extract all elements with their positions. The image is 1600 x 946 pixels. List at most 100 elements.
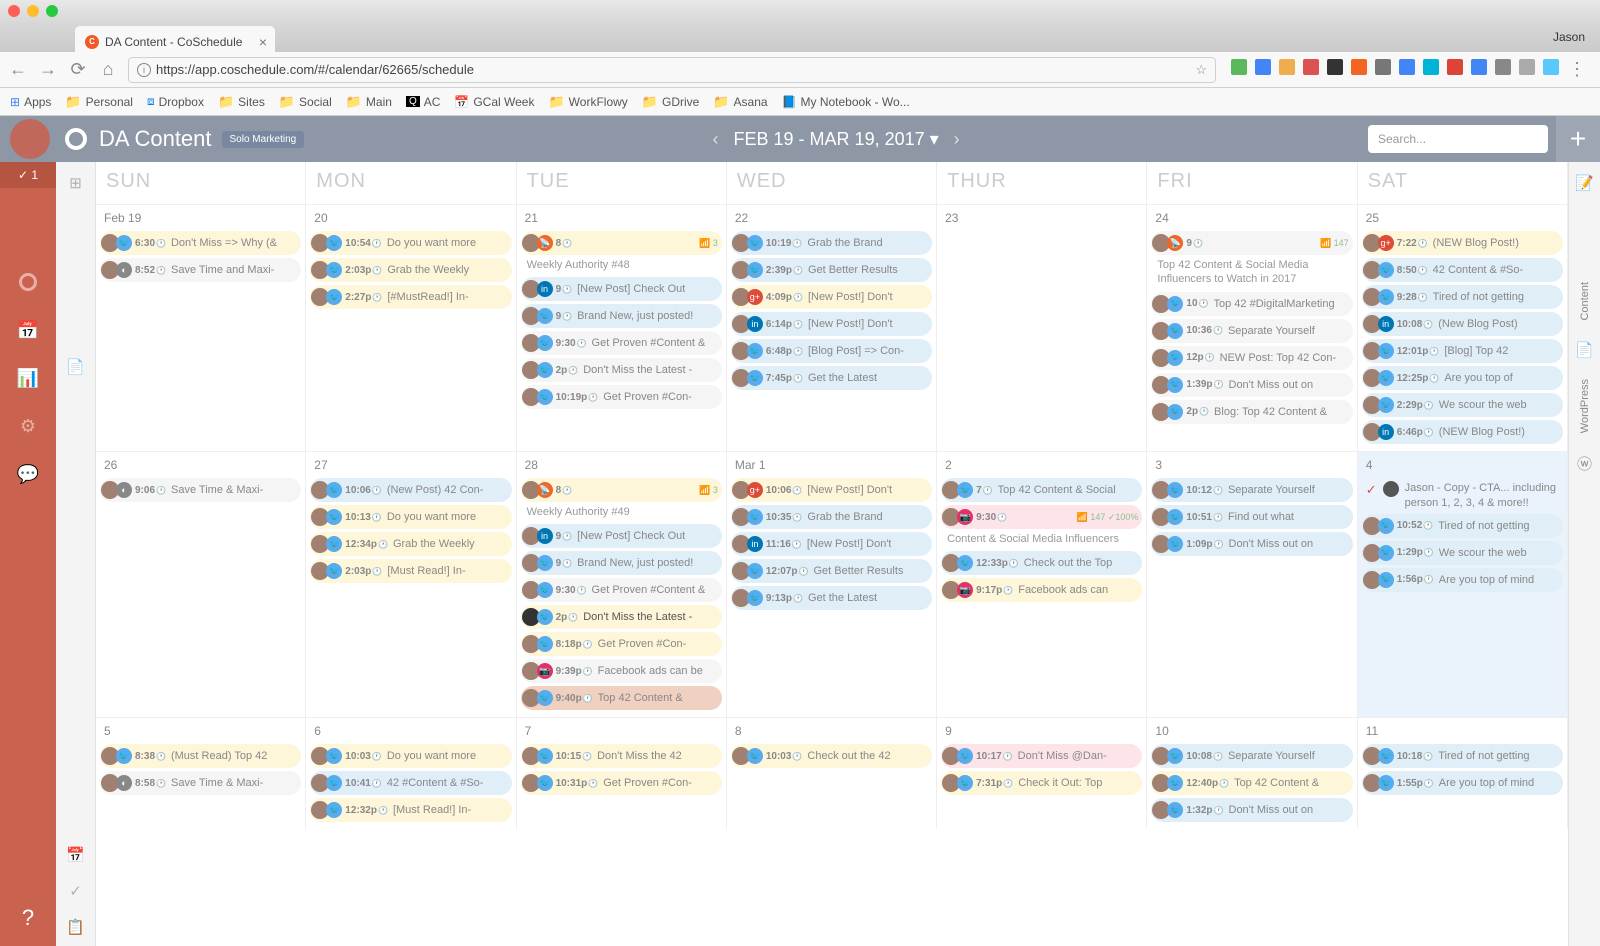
- sidebar-analytics-icon[interactable]: 📊: [0, 354, 56, 402]
- calendar-event[interactable]: 🐦12p🕐NEW Post: Top 42 Con-: [1151, 346, 1352, 370]
- calendar-event[interactable]: 🐦12:07p🕐Get Better Results: [731, 559, 932, 583]
- bookmark-item[interactable]: ⧈Dropbox: [147, 94, 204, 109]
- bookmark-star-icon[interactable]: ☆: [1195, 62, 1207, 78]
- ext-icon[interactable]: [1279, 59, 1295, 75]
- calendar-event[interactable]: 🐦10:12🕐Separate Yourself: [1151, 478, 1352, 502]
- calendar-day[interactable]: 24📡9🕐📶 147Top 42 Content & Social Media …: [1147, 205, 1357, 451]
- calendar-day[interactable]: 27🐦10:06🕐(New Post) 42 Con-🐦10:13🕐Do you…: [306, 452, 516, 717]
- help-icon[interactable]: ?: [22, 905, 34, 931]
- calendar-event[interactable]: 🐦10:36🕐Separate Yourself: [1151, 319, 1352, 343]
- maximize-window-icon[interactable]: [46, 5, 58, 17]
- calendar-name[interactable]: DA Content: [99, 126, 212, 152]
- calendar-event[interactable]: ◐8:52🕐Save Time and Maxi-: [100, 258, 301, 282]
- calendar-event[interactable]: 🐦8:50🕐42 Content & #So-: [1362, 258, 1563, 282]
- content-icon[interactable]: 📄: [1575, 341, 1594, 359]
- calendar-day[interactable]: 21📡8🕐📶 3Weekly Authority #48in9🕐[New Pos…: [517, 205, 727, 451]
- menu-icon[interactable]: ⋮: [1567, 59, 1587, 80]
- calendar-event[interactable]: 🐦10:18🕐Tired of not getting: [1362, 744, 1563, 768]
- calendar-event[interactable]: 🐦9:30🕐Get Proven #Content &: [521, 331, 722, 355]
- calendar-event[interactable]: 🐦9:40p🕐Top 42 Content &: [521, 686, 722, 710]
- calendar-event[interactable]: 🐦10:06🕐(New Post) 42 Con-: [310, 478, 511, 502]
- calendar-day[interactable]: 11🐦10:18🕐Tired of not getting🐦1:55p🕐Are …: [1358, 718, 1568, 829]
- calendar-event[interactable]: 🐦9:30🕐Get Proven #Content &: [521, 578, 722, 602]
- calendar-day[interactable]: 8🐦10:03🕐Check out the 42: [727, 718, 937, 829]
- calendar-day[interactable]: 5🐦8:38🕐(Must Read) Top 42◐8:58🕐Save Time…: [96, 718, 306, 829]
- calendar-event[interactable]: g+10:06🕐[New Post!] Don't: [731, 478, 932, 502]
- calendar-event[interactable]: g+4:09p🕐[New Post!] Don't: [731, 285, 932, 309]
- calendar-event[interactable]: 🐦1:09p🕐Don't Miss out on: [1151, 532, 1352, 556]
- calendar-day[interactable]: 9🐦10:17🕐Don't Miss @Dan-🐦7:31p🕐Check it …: [937, 718, 1147, 829]
- sidebar-calendar-icon[interactable]: [0, 258, 56, 306]
- sidebar-schedule-icon[interactable]: 📅: [0, 306, 56, 354]
- bookmark-folder[interactable]: 📁WorkFlowy: [548, 94, 627, 110]
- calendar-day[interactable]: Feb 19🐦6:30🕐Don't Miss => Why (&◐8:52🕐Sa…: [96, 205, 306, 451]
- calendar-event[interactable]: 🐦10:19p🕐Get Proven #Con-: [521, 385, 722, 409]
- calendar-event[interactable]: 🐦8:38🕐(Must Read) Top 42: [100, 744, 301, 768]
- calendar-event[interactable]: 🐦2:39p🕐Get Better Results: [731, 258, 932, 282]
- calendar-event[interactable]: 🐦10🕐Top 42 #DigitalMarketing: [1151, 292, 1352, 316]
- close-tab-icon[interactable]: ×: [259, 34, 267, 50]
- calendar-day[interactable]: 28📡8🕐📶 3Weekly Authority #49in9🕐[New Pos…: [517, 452, 727, 717]
- calendar-event[interactable]: ◐9:06🕐Save Time & Maxi-: [100, 478, 301, 502]
- bookmark-folder[interactable]: 📁GDrive: [642, 94, 700, 110]
- calendar-icon[interactable]: 📅: [66, 846, 85, 864]
- calendar-event[interactable]: 🐦9:13p🕐Get the Latest: [731, 586, 932, 610]
- calendar-event[interactable]: 🐦8:18p🕐Get Proven #Con-: [521, 632, 722, 656]
- calendar-event[interactable]: 🐦12:33p🕐Check out the Top: [941, 551, 1142, 575]
- bookmark-item[interactable]: 📅GCal Week: [454, 95, 534, 109]
- calendar-event[interactable]: 🐦1:29p🕐We scour the web: [1362, 541, 1563, 565]
- calendar-event[interactable]: 🐦1:32p🕐Don't Miss out on: [1151, 798, 1352, 822]
- calendar-event[interactable]: 🐦10:13🕐Do you want more: [310, 505, 511, 529]
- wordpress-icon[interactable]: ⓦ: [1577, 453, 1592, 474]
- calendar-event[interactable]: 🐦2p🕐Don't Miss the Latest -: [521, 605, 722, 629]
- calendar-day[interactable]: Mar 1g+10:06🕐[New Post!] Don't🐦10:35🕐Gra…: [727, 452, 937, 717]
- calendar-day[interactable]: 7🐦10:15🕐Don't Miss the 42🐦10:31p🕐Get Pro…: [517, 718, 727, 829]
- ext-icon[interactable]: [1327, 59, 1343, 75]
- home-icon[interactable]: ⌂: [98, 59, 118, 80]
- calendar-event[interactable]: 🐦12:32p🕐[Must Read!] In-: [310, 798, 511, 822]
- calendar-event[interactable]: 🐦9🕐Brand New, just posted!: [521, 304, 722, 328]
- ext-icon[interactable]: [1231, 59, 1247, 75]
- calendar-day[interactable]: 4✓Jason - Copy - CTA... including person…: [1358, 452, 1568, 717]
- browser-tab-active[interactable]: C DA Content - CoSchedule ×: [75, 26, 275, 52]
- bookmark-item[interactable]: QAC: [406, 95, 440, 109]
- back-icon[interactable]: ←: [8, 59, 28, 80]
- bookmark-folder[interactable]: 📁Personal: [65, 94, 133, 110]
- ext-icon[interactable]: [1303, 59, 1319, 75]
- calendar-day[interactable]: 6🐦10:03🕐Do you want more🐦10:41🕐42 #Conte…: [306, 718, 516, 829]
- apps-button[interactable]: ⊞ Apps: [10, 95, 51, 109]
- calendar-event[interactable]: 📡8🕐📶 3: [521, 478, 722, 502]
- calendar-event[interactable]: 🐦10:03🕐Check out the 42: [731, 744, 932, 768]
- calendar-event[interactable]: 🐦10:03🕐Do you want more: [310, 744, 511, 768]
- ext-icon[interactable]: [1375, 59, 1391, 75]
- ext-icon[interactable]: [1255, 59, 1271, 75]
- calendar-day[interactable]: 10🐦10:08🕐Separate Yourself🐦12:40p🕐Top 42…: [1147, 718, 1357, 829]
- calendar-day[interactable]: 2🐦7🕐Top 42 Content & Social📷9:30🕐📶 147 ✓…: [937, 452, 1147, 717]
- calendar-event[interactable]: 🐦10:08🕐Separate Yourself: [1151, 744, 1352, 768]
- minimize-window-icon[interactable]: [27, 5, 39, 17]
- calendar-event[interactable]: in9🕐[New Post] Check Out: [521, 277, 722, 301]
- calendar-event[interactable]: in6:14p🕐[New Post!] Don't: [731, 312, 932, 336]
- calendar-event[interactable]: 🐦10:52🕐Tired of not getting: [1362, 514, 1563, 538]
- calendar-event[interactable]: 🐦1:56p🕐Are you top of mind: [1362, 568, 1563, 592]
- forward-icon[interactable]: →: [38, 59, 58, 80]
- calendar-event[interactable]: 🐦2p🕐Don't Miss the Latest -: [521, 358, 722, 382]
- user-avatar[interactable]: [10, 119, 50, 159]
- calendar-day[interactable]: 22🐦10:19🕐Grab the Brand🐦2:39p🕐Get Better…: [727, 205, 937, 451]
- calendar-event[interactable]: in10:08🕐(New Blog Post): [1362, 312, 1563, 336]
- calendar-event[interactable]: 🐦6:48p🕐[Blog Post] => Con-: [731, 339, 932, 363]
- calendar-event[interactable]: 🐦10:41🕐42 #Content & #So-: [310, 771, 511, 795]
- calendar-event[interactable]: g+7:22🕐(NEW Blog Post!): [1362, 231, 1563, 255]
- calendar-event[interactable]: 🐦2p🕐Blog: Top 42 Content &: [1151, 400, 1352, 424]
- document-icon[interactable]: 📄: [66, 358, 85, 376]
- bookmark-folder[interactable]: 📁Social: [279, 94, 332, 110]
- ext-icon[interactable]: [1399, 59, 1415, 75]
- calendar-event[interactable]: 🐦12:25p🕐Are you top of: [1362, 366, 1563, 390]
- calendar-event[interactable]: 🐦7:31p🕐Check it Out: Top: [941, 771, 1142, 795]
- calendar-day[interactable]: 20🐦10:54🕐Do you want more🐦2:03p🕐Grab the…: [306, 205, 516, 451]
- bookmark-folder[interactable]: 📁Sites: [218, 94, 265, 110]
- calendar-event[interactable]: in11:16🕐[New Post!] Don't: [731, 532, 932, 556]
- calendar-event[interactable]: 🐦10:35🕐Grab the Brand: [731, 505, 932, 529]
- ext-icon[interactable]: [1471, 59, 1487, 75]
- ext-icon[interactable]: [1351, 59, 1367, 75]
